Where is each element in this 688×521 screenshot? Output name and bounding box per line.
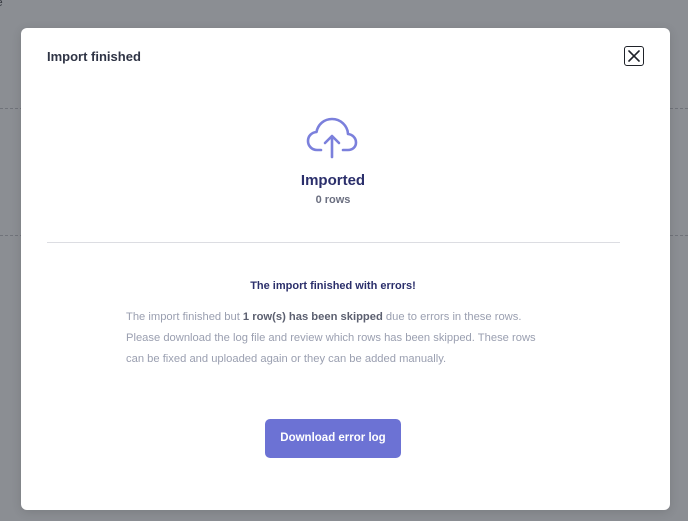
dialog-title: Import finished xyxy=(47,49,141,64)
download-error-log-button[interactable]: Download error log xyxy=(265,419,401,458)
import-status-title: Imported xyxy=(300,172,366,189)
imported-rows-count: 0 rows xyxy=(315,194,351,206)
error-message: The import finished but 1 row(s) has bee… xyxy=(126,307,556,370)
close-icon xyxy=(628,50,640,62)
import-finished-dialog: Import finished Imported 0 rows The impo… xyxy=(21,28,670,510)
background-text: e xyxy=(0,0,3,9)
error-heading: The import finished with errors! xyxy=(250,280,416,292)
error-message-part1: The import finished but xyxy=(126,311,243,323)
skipped-rows-emphasis: 1 row(s) has been skipped xyxy=(242,311,383,323)
cloud-upload-icon xyxy=(306,117,358,159)
section-divider xyxy=(47,242,620,243)
close-button[interactable] xyxy=(624,46,644,66)
